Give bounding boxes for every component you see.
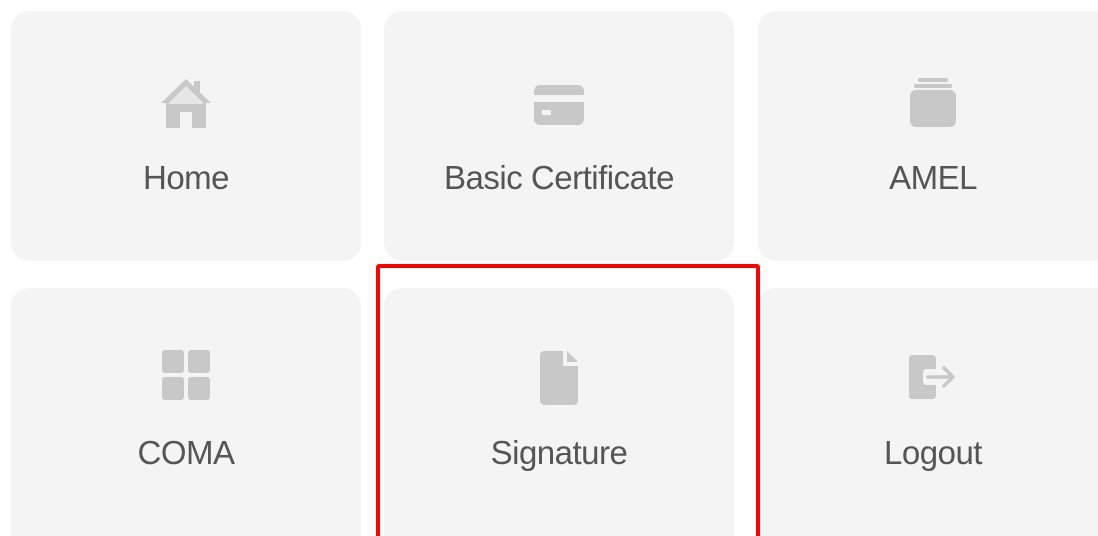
logout-label: Logout — [884, 434, 982, 471]
signature-tile[interactable]: Signature — [384, 288, 734, 536]
amel-label: AMEL — [889, 159, 977, 196]
file-icon — [540, 351, 578, 405]
logout-tile[interactable]: Logout — [758, 288, 1098, 536]
amel-tile[interactable]: AMEL — [758, 11, 1098, 261]
basic-certificate-tile[interactable]: Basic Certificate — [384, 11, 734, 261]
id-card-icon — [534, 85, 584, 125]
basic-certificate-label: Basic Certificate — [444, 159, 674, 196]
grid-icon — [162, 350, 210, 400]
coma-label: COMA — [137, 434, 236, 471]
archive-icon — [910, 78, 956, 127]
logout-icon — [909, 355, 955, 399]
home-icon — [161, 79, 211, 128]
home-label: Home — [142, 159, 230, 196]
menu-grid: Home Basic Certificate AMEL COMA Signatu… — [0, 0, 1098, 536]
home-tile[interactable]: Home — [11, 11, 361, 261]
coma-tile[interactable]: COMA — [11, 288, 361, 536]
signature-label: Signature — [490, 434, 628, 471]
